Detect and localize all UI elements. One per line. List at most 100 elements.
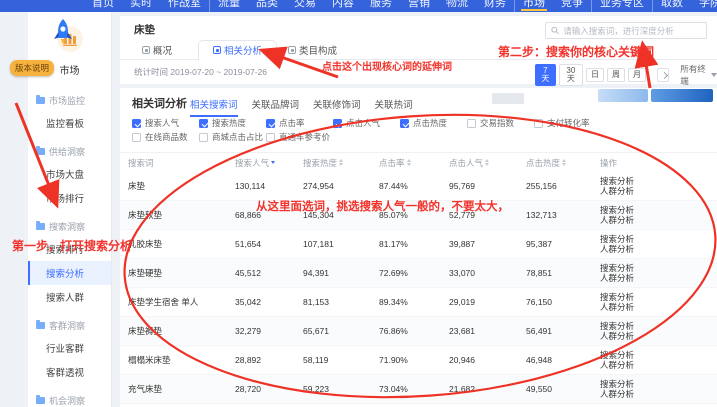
nav-item-category[interactable]: 品类: [248, 0, 286, 12]
filter-pay-conversion[interactable]: 支付转化率: [534, 117, 601, 129]
col-header-keyword[interactable]: 搜索词: [120, 157, 235, 169]
nav-item-finance[interactable]: 财务: [476, 0, 514, 12]
filter-click-popularity[interactable]: 点击人气: [333, 117, 400, 129]
col-header-click-rate[interactable]: 点击率: [379, 157, 449, 169]
cell-search-heat: 65,671: [303, 326, 379, 336]
nav-item-warroom[interactable]: 作战室: [160, 0, 209, 12]
cell-click-rate: 73.04%: [379, 384, 449, 394]
folder-icon: [36, 97, 45, 104]
nav-item-realtime[interactable]: 实时: [122, 0, 160, 12]
table-row: 床垫学生宿舍 单人 35,042 81,153 89.34% 29,019 76…: [120, 288, 717, 317]
nav-item-market[interactable]: 市场: [514, 0, 553, 12]
cell-click-heat: 132,713: [526, 210, 598, 220]
filter-trade-index[interactable]: 交易指数: [467, 117, 534, 129]
date-button-week[interactable]: 周: [607, 68, 625, 82]
col-label: 搜索热度: [303, 157, 337, 169]
filter-ztc-reference-price[interactable]: 直通车参考价: [266, 131, 333, 143]
nav-item-data-fetch[interactable]: 取数: [652, 0, 691, 12]
nav-item-competition[interactable]: 竞争: [553, 0, 591, 12]
nav-item-logistics[interactable]: 物流: [438, 0, 476, 12]
nav-item-trade[interactable]: 交易: [286, 0, 324, 12]
next-page-arrow-button[interactable]: [657, 68, 669, 82]
folder-icon: [36, 397, 45, 404]
search-analysis-link[interactable]: 搜索分析: [600, 350, 717, 361]
crowd-analysis-link[interactable]: 人群分析: [600, 331, 717, 342]
date-button-day[interactable]: 日: [586, 68, 604, 82]
search-analysis-link[interactable]: 搜索分析: [600, 176, 717, 187]
crowd-analysis-link[interactable]: 人群分析: [600, 360, 717, 371]
sidebar-item-monitor-board[interactable]: 监控看板: [28, 111, 111, 135]
filter-mall-click-share[interactable]: 商城点击占比: [199, 131, 266, 143]
tab-related-modifier-words[interactable]: 关联修饰词: [313, 97, 361, 117]
folder-icon: [36, 148, 45, 155]
date-button-month[interactable]: 月: [628, 68, 646, 82]
col-header-search-popularity[interactable]: 搜索人气: [235, 157, 303, 169]
date-button-7d[interactable]: 7天: [535, 64, 556, 86]
nav-item-marketing[interactable]: 营销: [400, 0, 438, 12]
search-analysis-link[interactable]: 搜索分析: [600, 321, 717, 332]
nav-item-service[interactable]: 服务: [362, 0, 400, 12]
cell-click-rate: 89.34%: [379, 297, 449, 307]
checkbox-checked-icon: [199, 119, 208, 128]
date-range-controls: 7天 30天 日 周 月 所有终端: [535, 63, 717, 87]
crowd-analysis-link[interactable]: 人群分析: [600, 389, 717, 400]
search-analysis-link[interactable]: 搜索分析: [600, 379, 717, 390]
cell-click-popularity: 95,769: [449, 181, 526, 191]
sidebar-item-search-analysis[interactable]: 搜索分析: [28, 261, 111, 285]
sidebar-group-market-monitor[interactable]: 市场监控: [28, 89, 111, 111]
search-analysis-link[interactable]: 搜索分析: [600, 292, 717, 303]
filter-search-heat[interactable]: 搜索热度: [199, 117, 266, 129]
cell-operation: 搜索分析人群分析: [598, 379, 717, 400]
tab-overview[interactable]: 概况: [142, 43, 172, 57]
search-analysis-link[interactable]: 搜索分析: [600, 234, 717, 245]
date-button-30d[interactable]: 30天: [559, 64, 583, 86]
nav-item-traffic[interactable]: 流量: [209, 0, 248, 12]
nav-item-content[interactable]: 内容: [324, 0, 362, 12]
nav-item-home[interactable]: 首页: [84, 0, 122, 12]
sidebar-group-search-insight[interactable]: 搜索洞察: [28, 215, 111, 237]
sidebar-item-crowd-perspective[interactable]: 客群透视: [28, 360, 111, 384]
tab-category-composition[interactable]: 类目构成: [288, 43, 337, 57]
search-analysis-link[interactable]: 搜索分析: [600, 205, 717, 216]
col-label: 操作: [600, 157, 617, 169]
nav-item-business-zone[interactable]: 业务专区: [591, 0, 652, 12]
crowd-analysis-link[interactable]: 人群分析: [600, 302, 717, 313]
filter-online-products[interactable]: 在线商品数: [132, 131, 199, 143]
cell-keyword: 床垫: [120, 180, 235, 192]
crowd-analysis-link[interactable]: 人群分析: [600, 186, 717, 197]
nav-item-academy[interactable]: 学院: [691, 0, 717, 12]
sidebar-group-crowd-insight[interactable]: 客群洞察: [28, 314, 111, 336]
crowd-analysis-link[interactable]: 人群分析: [600, 244, 717, 255]
rocket-icon[interactable]: [50, 18, 76, 55]
sidebar-item-industry-crowd[interactable]: 行业客群: [28, 336, 111, 360]
col-header-click-heat[interactable]: 点击热度: [526, 157, 598, 169]
blurred-text-mask: [492, 93, 524, 104]
tab-related-brand-words[interactable]: 关联品牌词: [252, 97, 300, 117]
filter-search-popularity[interactable]: 搜索人气: [132, 117, 199, 129]
group-label: 市场监控: [49, 94, 85, 107]
folder-icon: [36, 223, 45, 230]
tab-related-search-words[interactable]: 相关搜索词: [190, 97, 238, 117]
cell-click-popularity: 39,887: [449, 239, 526, 249]
sidebar-group-opportunity-insight[interactable]: 机会洞察: [28, 389, 111, 407]
tab-related-analysis[interactable]: 相关分析: [198, 40, 277, 61]
keyword-search-box[interactable]: [545, 22, 707, 39]
cell-click-rate: 81.17%: [379, 239, 449, 249]
sidebar-group-supply-insight[interactable]: 供给洞察: [28, 140, 111, 162]
sidebar-item-market-overview[interactable]: 市场大盘: [28, 162, 111, 186]
sidebar-item-search-crowd[interactable]: 搜索人群: [28, 285, 111, 309]
filter-click-rate[interactable]: 点击率: [266, 117, 333, 129]
crowd-analysis-link[interactable]: 人群分析: [600, 215, 717, 226]
filter-click-heat[interactable]: 点击热度: [400, 117, 467, 129]
col-header-click-popularity[interactable]: 点击人气: [449, 157, 526, 169]
tab-related-hot-words[interactable]: 关联热词: [375, 97, 413, 117]
col-header-search-heat[interactable]: 搜索热度: [303, 157, 379, 169]
sidebar-item-market-ranking[interactable]: 市场排行: [28, 186, 111, 210]
search-analysis-link[interactable]: 搜索分析: [600, 263, 717, 274]
terminal-filter-dropdown[interactable]: 所有终端: [680, 63, 717, 87]
cell-operation: 搜索分析人群分析: [598, 321, 717, 342]
checkbox-checked-icon: [400, 119, 409, 128]
search-input[interactable]: [563, 26, 701, 36]
crowd-analysis-link[interactable]: 人群分析: [600, 273, 717, 284]
version-note-badge[interactable]: 版本说明: [10, 60, 54, 76]
